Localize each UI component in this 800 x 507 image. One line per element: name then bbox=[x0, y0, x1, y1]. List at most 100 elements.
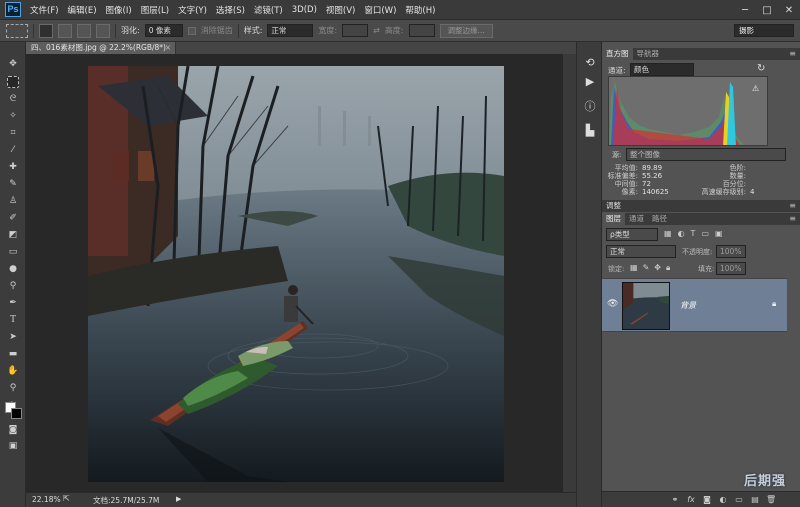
fx-icon[interactable]: fx bbox=[686, 495, 696, 505]
tab-paths[interactable]: 路径 bbox=[648, 213, 671, 225]
style-select[interactable]: 正常 bbox=[267, 24, 314, 37]
lock-transparent-icon[interactable]: ▦ bbox=[630, 263, 638, 273]
info-panel-icon[interactable]: ⓘ bbox=[583, 100, 597, 114]
blend-mode-select[interactable]: 正常 bbox=[606, 245, 676, 258]
background-color-swatch[interactable] bbox=[11, 408, 22, 419]
swap-icon[interactable]: ⇄ bbox=[373, 26, 380, 35]
panel-menu-icon[interactable]: ≡ bbox=[789, 200, 796, 212]
new-selection-icon[interactable] bbox=[39, 23, 53, 38]
clone-stamp-tool-icon[interactable]: ♙ bbox=[7, 195, 19, 207]
height-input[interactable] bbox=[408, 24, 435, 37]
document-image[interactable] bbox=[88, 66, 504, 482]
hand-tool-icon[interactable]: ✋ bbox=[7, 365, 19, 377]
add-mask-icon[interactable]: ◙ bbox=[702, 495, 712, 505]
pen-tool-icon[interactable]: ✒ bbox=[7, 297, 19, 309]
tab-adjustments[interactable]: 调整 bbox=[602, 200, 625, 212]
vertical-scrollbar[interactable] bbox=[563, 54, 576, 492]
export-icon[interactable]: ⇱ bbox=[63, 494, 70, 503]
subtract-selection-icon[interactable] bbox=[77, 23, 91, 38]
menu-file[interactable]: 文件(F) bbox=[30, 4, 59, 16]
workspace-select[interactable]: 摄影 bbox=[734, 24, 794, 37]
close-tab-icon[interactable]: × bbox=[165, 42, 171, 54]
tab-channels[interactable]: 通道 bbox=[625, 213, 648, 225]
visibility-eye-icon[interactable]: 👁︎ bbox=[607, 299, 618, 309]
tab-navigator[interactable]: 导航器 bbox=[633, 48, 664, 60]
layer-name[interactable]: 背景 bbox=[680, 300, 696, 311]
feather-input[interactable]: 0 像素 bbox=[144, 24, 183, 37]
marquee-tool-icon[interactable] bbox=[7, 76, 19, 88]
refresh-icon[interactable]: ↻ bbox=[757, 63, 765, 74]
crop-tool-icon[interactable]: ⌗ bbox=[7, 127, 19, 139]
opacity-input[interactable]: 100% bbox=[716, 245, 746, 258]
close-button[interactable]: ✕ bbox=[778, 0, 800, 20]
delete-layer-icon[interactable]: 🗑︎ bbox=[766, 495, 776, 505]
menu-3d[interactable]: 3D(D) bbox=[292, 5, 317, 15]
intersect-selection-icon[interactable] bbox=[96, 23, 110, 38]
dodge-tool-icon[interactable]: ⚲ bbox=[7, 280, 19, 292]
add-selection-icon[interactable] bbox=[58, 23, 72, 38]
menu-filter[interactable]: 滤镜(T) bbox=[254, 4, 283, 16]
menu-image[interactable]: 图像(I) bbox=[106, 4, 132, 16]
quick-mask-icon[interactable]: ◙ bbox=[7, 424, 19, 436]
menu-edit[interactable]: 编辑(E) bbox=[68, 4, 97, 16]
brush-tool-icon[interactable]: ✎ bbox=[7, 178, 19, 190]
path-selection-tool-icon[interactable]: ➤ bbox=[7, 331, 19, 343]
fill-input[interactable]: 100% bbox=[716, 262, 746, 275]
lock-position-icon[interactable]: ✥ bbox=[654, 263, 661, 273]
lasso-tool-icon[interactable]: ᘓ bbox=[7, 93, 19, 105]
healing-brush-tool-icon[interactable]: ✚ bbox=[7, 161, 19, 173]
pixel-filter-icon[interactable]: ▦ bbox=[664, 229, 672, 238]
shape-filter-icon[interactable]: ▭ bbox=[701, 229, 709, 238]
status-arrow-icon[interactable]: ▶ bbox=[176, 495, 181, 503]
zoom-tool-icon[interactable]: ⚲ bbox=[7, 382, 19, 394]
lock-all-icon[interactable]: 🔒︎ bbox=[666, 263, 670, 273]
menu-type[interactable]: 文字(Y) bbox=[178, 4, 207, 16]
marquee-preset-icon[interactable] bbox=[6, 23, 28, 38]
maximize-button[interactable]: □ bbox=[756, 0, 778, 20]
magic-wand-tool-icon[interactable]: ✧ bbox=[7, 110, 19, 122]
layer-thumbnail[interactable] bbox=[622, 282, 670, 330]
document-tab[interactable]: 四、016素材图.jpg @ 22.2%(RGB/8*) × bbox=[26, 42, 176, 54]
antialias-checkbox[interactable] bbox=[187, 26, 196, 35]
history-panel-icon[interactable]: ⟲ bbox=[583, 56, 597, 70]
menu-select[interactable]: 选择(S) bbox=[216, 4, 245, 16]
layer-row-background[interactable]: 👁︎ 背景 🔒︎ bbox=[602, 278, 787, 332]
eraser-tool-icon[interactable]: ◩ bbox=[7, 229, 19, 241]
menu-view[interactable]: 视图(V) bbox=[326, 4, 355, 16]
lock-image-icon[interactable]: ✎ bbox=[643, 263, 650, 273]
move-tool-icon[interactable]: ✥ bbox=[7, 58, 19, 70]
cache-warning-icon[interactable]: ⚠ bbox=[752, 84, 759, 93]
link-layers-icon[interactable]: ⚭ bbox=[670, 495, 680, 505]
new-group-icon[interactable]: ▭ bbox=[734, 495, 744, 505]
tab-layers[interactable]: 图层 bbox=[602, 213, 625, 225]
width-input[interactable] bbox=[342, 24, 369, 37]
gradient-tool-icon[interactable]: ▭ bbox=[7, 246, 19, 258]
menu-help[interactable]: 帮助(H) bbox=[405, 4, 435, 16]
menu-layer[interactable]: 图层(L) bbox=[141, 4, 169, 16]
minimize-button[interactable]: ─ bbox=[734, 0, 756, 20]
actions-panel-icon[interactable]: ▶ bbox=[583, 75, 597, 89]
rectangle-tool-icon[interactable]: ▬ bbox=[7, 348, 19, 360]
refine-edge-button[interactable]: 调整边缘... bbox=[439, 23, 493, 38]
adjustment-filter-icon[interactable]: ◐ bbox=[678, 229, 685, 238]
new-layer-icon[interactable]: ▤ bbox=[750, 495, 760, 505]
layer-kind-filter[interactable]: ρ类型 bbox=[606, 228, 658, 241]
blur-tool-icon[interactable]: ● bbox=[7, 263, 19, 275]
properties-panel-icon[interactable]: ▙ bbox=[583, 124, 597, 138]
panel-menu-icon[interactable]: ≡ bbox=[789, 48, 796, 60]
type-filter-icon[interactable]: T bbox=[691, 229, 696, 238]
zoom-level[interactable]: 22.18% bbox=[32, 495, 61, 504]
source-select[interactable]: 整个图像 bbox=[626, 148, 786, 161]
type-tool-icon[interactable]: T bbox=[7, 314, 19, 326]
channel-select[interactable]: 颜色 bbox=[630, 63, 694, 76]
eyedropper-tool-icon[interactable]: ⁄ bbox=[7, 144, 19, 156]
history-brush-tool-icon[interactable]: ✐ bbox=[7, 212, 19, 224]
adjustment-layer-icon[interactable]: ◐ bbox=[718, 495, 728, 505]
stat-label: 标准偏差: bbox=[607, 172, 638, 180]
panel-menu-icon[interactable]: ≡ bbox=[789, 213, 796, 225]
smart-filter-icon[interactable]: ▣ bbox=[715, 229, 723, 238]
menu-window[interactable]: 窗口(W) bbox=[364, 4, 396, 16]
tab-histogram[interactable]: 直方图 bbox=[602, 48, 633, 60]
screen-mode-icon[interactable]: ▣ bbox=[7, 440, 19, 452]
lake-boat-photo bbox=[88, 66, 504, 482]
